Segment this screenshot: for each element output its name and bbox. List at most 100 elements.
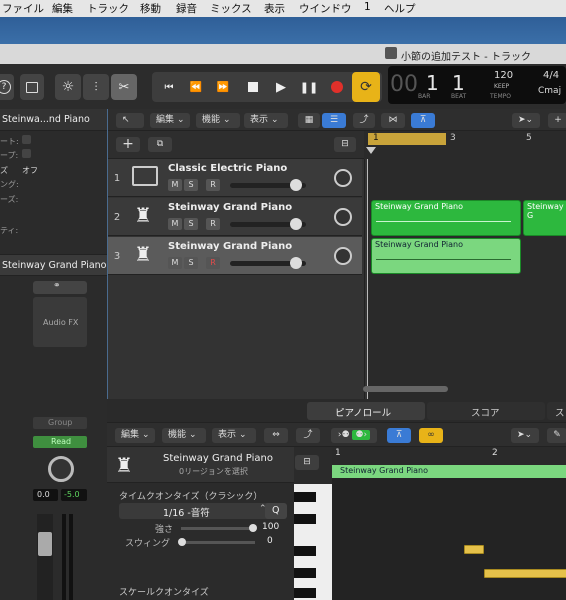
region-selected[interactable]: Steinway Grand Piano [371, 238, 521, 274]
pan-knob[interactable] [334, 169, 352, 187]
quantize-select[interactable]: 1/16 -音符 ⌃ [119, 503, 271, 519]
track-header-1[interactable]: 1 Classic Electric Piano M S R [108, 159, 362, 197]
checkbox[interactable] [22, 135, 31, 144]
strength-slider[interactable] [181, 524, 257, 532]
catch-button[interactable]: ⊼ [411, 113, 435, 128]
editor-region-bar[interactable]: Steinway Grand Piano [332, 465, 566, 478]
group-slot[interactable]: Group [33, 417, 87, 429]
menu-view[interactable]: 表示 [264, 1, 285, 16]
midi-note[interactable] [484, 569, 566, 578]
grid-view-button[interactable]: ▦ [298, 113, 320, 128]
collapse-button[interactable]: ⇔ [264, 428, 288, 443]
pan-knob[interactable] [334, 208, 352, 226]
flex-button[interactable]: ⋈ [381, 113, 405, 128]
pointer-tool-menu[interactable]: ➤⌄ [512, 113, 540, 128]
record-enable-button[interactable]: R [206, 257, 220, 269]
tab-step[interactable]: ス [547, 402, 566, 420]
editors-button[interactable]: ✂ [111, 74, 137, 100]
global-tracks-button[interactable]: ⊟ [295, 455, 319, 470]
slider-knob[interactable] [290, 179, 302, 191]
solo-button[interactable]: S [184, 218, 198, 230]
pan-knob[interactable] [334, 247, 352, 265]
cycle-button[interactable]: ⟳ [352, 72, 380, 102]
solo-button[interactable]: S [184, 179, 198, 191]
solo-button[interactable]: S [184, 257, 198, 269]
volume-slider[interactable] [230, 218, 306, 230]
record-enable-button[interactable]: R [206, 179, 220, 191]
track-name[interactable]: Classic Electric Piano [168, 163, 287, 174]
stop-button[interactable] [240, 74, 266, 100]
track-name[interactable]: Steinway Grand Piano [168, 202, 292, 213]
menu-1[interactable]: 1 [364, 1, 371, 13]
mute-button[interactable]: M [168, 257, 182, 269]
go-to-beginning-button[interactable]: ⏮ [156, 74, 182, 100]
quantize-button[interactable]: Q [265, 503, 287, 519]
record-enable-button[interactable]: R [206, 218, 220, 230]
pause-button[interactable]: ❚❚ [296, 74, 322, 100]
automation-mode[interactable]: Read [33, 436, 87, 448]
view-menu[interactable]: 表示 ⌄ [244, 113, 288, 128]
link-button[interactable]: ⚭ [33, 281, 87, 294]
menu-help[interactable]: ヘルプ [384, 1, 416, 16]
pencil-tool[interactable]: ✎ [547, 428, 566, 443]
menu-window[interactable]: ウインドウ [299, 1, 352, 16]
volume-slider[interactable] [230, 257, 306, 269]
black-key[interactable] [294, 588, 316, 598]
editor-edit-menu[interactable]: 編集 ⌄ [115, 428, 155, 443]
horizontal-scrollbar[interactable] [363, 386, 448, 392]
black-key[interactable] [294, 546, 316, 556]
midi-note[interactable] [464, 545, 484, 554]
forward-button[interactable]: ⏩ [210, 74, 236, 100]
back-button[interactable]: ↖ [116, 113, 144, 128]
smart-controls-button[interactable]: ☼ [55, 74, 81, 100]
pointer-tool-menu[interactable]: ➤⌄ [511, 428, 539, 443]
audio-fx-slot[interactable]: Audio FX [33, 297, 87, 347]
tab-piano-roll[interactable]: ピアノロール [307, 402, 425, 420]
pan-knob[interactable] [48, 456, 74, 482]
quantize-value[interactable]: オフ [22, 165, 38, 176]
add-track-button[interactable]: + [116, 137, 140, 152]
track-name[interactable]: Steinway Grand Piano [168, 241, 292, 252]
mixer-button[interactable]: ⫶ [83, 74, 109, 100]
slider-knob[interactable] [290, 257, 302, 269]
automation-button[interactable]: ⤴ [353, 113, 375, 128]
swing-slider[interactable] [178, 538, 255, 546]
track-header-2[interactable]: 2 ♜ Steinway Grand Piano M S R [108, 198, 362, 236]
black-key[interactable] [294, 514, 316, 524]
toolbar-button[interactable] [20, 74, 44, 100]
region-header[interactable]: Steinwa...nd Piano [0, 109, 107, 131]
note-grid[interactable] [332, 478, 566, 600]
crosshair-tool[interactable]: + [548, 113, 566, 128]
tab-score[interactable]: スコア [427, 402, 545, 420]
track-header[interactable]: Steinway Grand Piano [0, 254, 107, 276]
help-button[interactable]: ? [0, 74, 14, 100]
menu-record[interactable]: 録音 [176, 1, 197, 16]
functions-menu[interactable]: 機能 ⌄ [196, 113, 240, 128]
play-button[interactable]: ▶ [268, 74, 294, 100]
slider-knob[interactable] [178, 538, 186, 546]
mute-button[interactable]: M [168, 179, 182, 191]
editor-functions-menu[interactable]: 機能 ⌄ [162, 428, 206, 443]
region[interactable]: Steinway G [523, 200, 566, 236]
editor-ruler[interactable]: 1 2 [332, 447, 566, 465]
record-button[interactable] [324, 74, 350, 100]
region[interactable]: Steinway Grand Piano [371, 200, 521, 236]
menu-mix[interactable]: ミックス [210, 1, 252, 16]
ruler[interactable]: 1 3 5 [364, 131, 566, 159]
menu-move[interactable]: 移動 [140, 1, 161, 16]
editor-view-menu[interactable]: 表示 ⌄ [212, 428, 256, 443]
link-button[interactable]: ∞ [419, 428, 443, 443]
edit-menu[interactable]: 編集 ⌄ [150, 113, 190, 128]
mute-button[interactable]: M [168, 218, 182, 230]
catch-button[interactable]: ⊼ [387, 428, 411, 443]
duplicate-track-button[interactable]: ⧉ [148, 137, 172, 152]
cycle-region[interactable] [368, 133, 446, 145]
slider-knob[interactable] [249, 524, 257, 532]
track-header-3[interactable]: 3 ♜ Steinway Grand Piano M S R [108, 237, 362, 275]
global-tracks-button[interactable]: ⊟ [334, 137, 356, 152]
midi-in-button[interactable]: ›⚉ ⚉› [331, 428, 377, 443]
rewind-button[interactable]: ⏪ [183, 74, 209, 100]
black-key[interactable] [294, 568, 316, 578]
volume-slider[interactable] [230, 179, 306, 191]
list-view-button[interactable]: ☰ [322, 113, 346, 128]
